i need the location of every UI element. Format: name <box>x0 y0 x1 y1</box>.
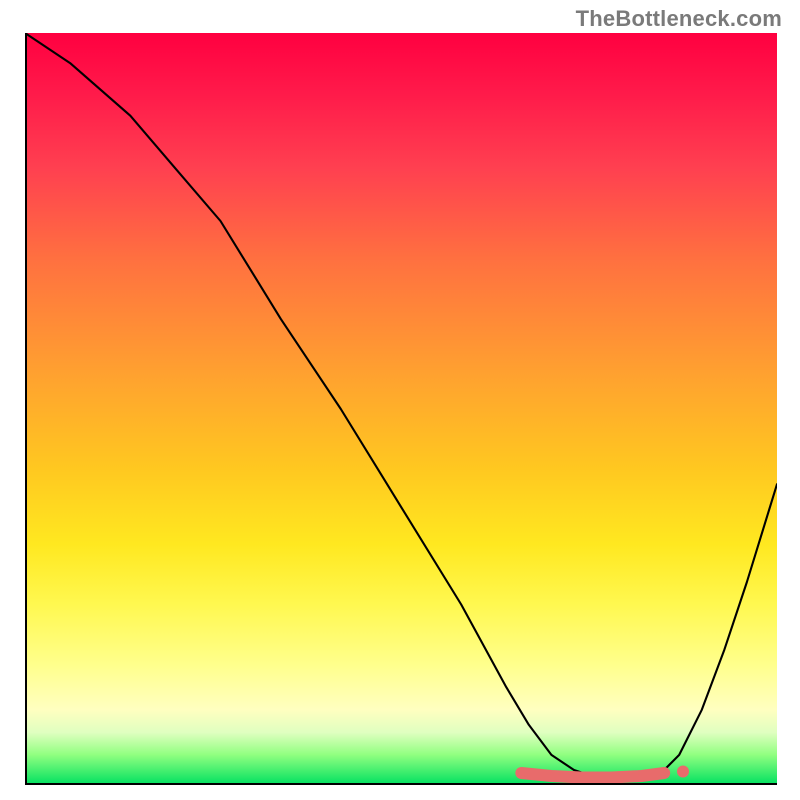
chart-area <box>25 33 777 785</box>
optimal-range-highlight <box>521 773 664 778</box>
watermark-text: TheBottleneck.com <box>576 6 782 32</box>
bottleneck-curve <box>25 33 777 781</box>
chart-svg <box>25 33 777 785</box>
highlight-dot <box>677 766 689 778</box>
